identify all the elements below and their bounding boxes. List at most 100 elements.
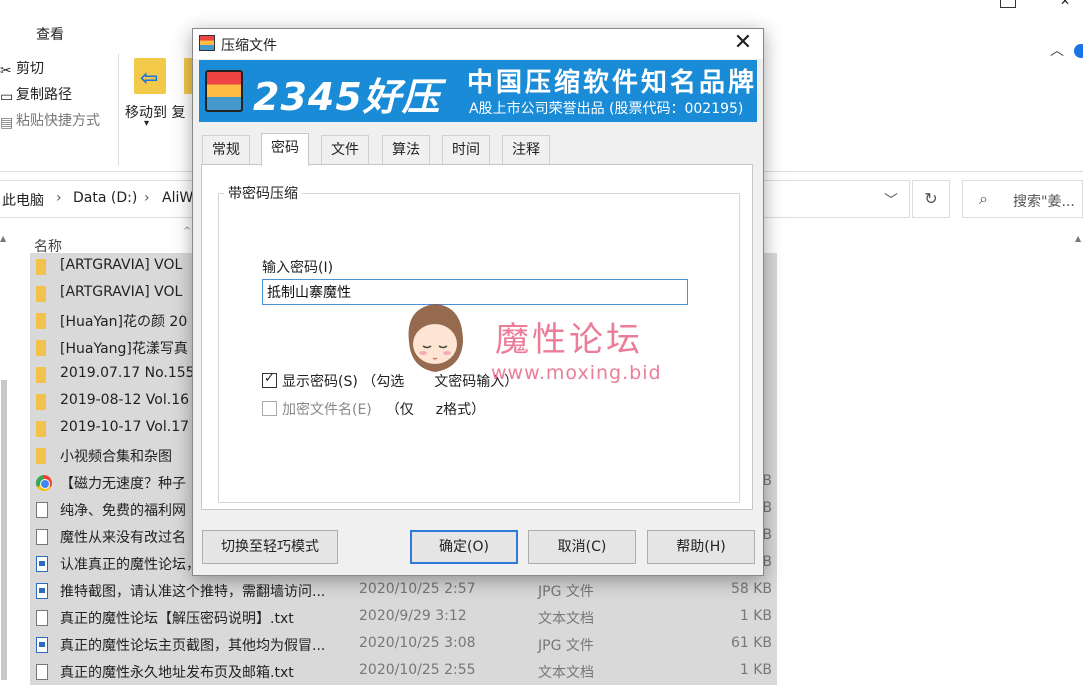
jpg-file-icon	[36, 556, 48, 572]
folder-file-icon	[36, 367, 46, 383]
nav-pane-scrollbar[interactable]: ▲	[0, 226, 8, 695]
cut-button[interactable]: ✂ 剪切	[0, 58, 44, 79]
file-row[interactable]: 真正的魔性永久地址发布页及邮箱.txt 2020/10/25 2:55 文本文档 1 …	[30, 658, 777, 685]
tab-algorithm[interactable]: 算法	[382, 135, 430, 165]
file-name: 推特截图，请认准这个推特，需翻墙访问...	[60, 584, 326, 600]
tab-view[interactable]: 查看	[36, 24, 64, 44]
tab-general[interactable]: 常规	[202, 135, 250, 165]
forum-watermark: 魔性论坛 www.moxing.bid	[395, 296, 685, 396]
copy-path-icon: ▭	[0, 89, 14, 105]
jpg-file-icon	[36, 583, 48, 599]
file-name: 2019.07.17 No.155	[60, 365, 195, 381]
folder-file-icon	[36, 259, 46, 275]
file-name: 小视频合集和杂图	[60, 449, 172, 465]
dialog-titlebar[interactable]: 压缩文件 ✕	[193, 29, 763, 59]
watermark-title: 魔性论坛	[495, 320, 643, 360]
txt-file-icon	[36, 610, 48, 626]
banner-subline: A股上市公司荣誉出品 (股票代码：002195)	[469, 101, 744, 117]
cancel-button[interactable]: 取消(C)	[528, 530, 636, 564]
close-icon[interactable]: ✕	[725, 29, 761, 59]
help-button[interactable]: 帮助(H)	[647, 530, 755, 564]
encrypt-filenames-checkbox[interactable]	[262, 401, 277, 416]
search-placeholder: 搜索"姜...	[1013, 194, 1075, 210]
file-date: 2020/10/25 2:57	[359, 581, 476, 597]
address-history-chevron-icon[interactable]: ﹀	[884, 190, 898, 210]
encrypt-filenames-label-head: 加密文件名(E)	[282, 402, 372, 418]
arrow-left-icon: ⇦	[140, 66, 159, 91]
folder-file-icon	[36, 313, 46, 329]
txt-file-icon	[36, 502, 48, 518]
cartoon-girl-logo	[408, 304, 463, 372]
file-date: 2020/10/25 3:08	[359, 635, 476, 651]
file-name: 纯净、免费的福利网	[60, 503, 186, 519]
folder-file-icon	[36, 394, 46, 410]
file-row[interactable]: 推特截图，请认准这个推特，需翻墙访问... 2020/10/25 2:57 JPG …	[30, 577, 777, 604]
copy-to-label: 复	[171, 105, 186, 121]
file-row[interactable]: 真正的魔性论坛【解压密码说明】.txt 2020/9/29 3:12 文本文档 1 K…	[30, 604, 777, 631]
refresh-button[interactable]: ↻	[912, 180, 950, 218]
file-size: 61 KB	[730, 635, 772, 651]
tab-password[interactable]: 密码	[261, 133, 309, 166]
breadcrumb-data-drive[interactable]: Data (D:)	[73, 190, 137, 206]
copy-path-button[interactable]: ▭ 复制路径	[0, 84, 72, 105]
file-name: 2019-08-12 Vol.16	[60, 392, 190, 408]
scissors-icon: ✂	[0, 63, 12, 79]
file-name: 2019-10-17 Vol.17	[60, 419, 190, 435]
txt-file-icon	[36, 529, 48, 545]
search-box[interactable]: ⌕ 搜索"姜...	[962, 180, 1083, 218]
password-label: 输入密码(I)	[262, 260, 334, 276]
show-password-checkbox[interactable]	[262, 371, 277, 388]
tab-comment[interactable]: 注释	[502, 135, 550, 165]
watermark-url: www.moxing.bid	[491, 362, 662, 384]
cut-label: 剪切	[16, 61, 44, 77]
brand-banner: 2345好压 中国压缩软件知名品牌 A股上市公司荣誉出品 (股票代码：00219…	[199, 60, 757, 122]
txt-file-icon	[36, 664, 48, 680]
chevron-right-icon: ›	[144, 190, 150, 206]
file-type: 文本文档	[538, 611, 594, 627]
breadcrumb-this-pc[interactable]: 此电脑	[2, 190, 44, 210]
file-date: 2020/10/25 2:55	[359, 662, 476, 678]
file-type: JPG 文件	[538, 584, 594, 600]
file-date: 2020/9/29 3:12	[359, 608, 467, 624]
tab-files[interactable]: 文件	[321, 135, 369, 165]
file-size: 58 KB	[730, 581, 772, 597]
encrypt-filenames-label-tail2: z格式）	[435, 402, 486, 418]
paste-shortcut-label: 粘贴快捷方式	[16, 113, 100, 129]
file-name: 魔性从来没有改过名	[60, 530, 186, 546]
file-type: JPG 文件	[538, 638, 594, 654]
refresh-icon: ↻	[924, 189, 938, 208]
folder-file-icon	[36, 421, 46, 437]
encrypt-filenames-label[interactable]: 加密文件名(E) （仅 z格式）	[282, 399, 485, 419]
sort-caret-icon: ^	[183, 226, 192, 237]
scroll-up-icon[interactable]: ▲	[1075, 234, 1081, 243]
archive-logo-icon	[205, 70, 243, 112]
chevron-down-icon[interactable]: ▾	[144, 118, 149, 129]
dialog-tabs: 常规 密码 文件 算法 时间 注释	[202, 133, 762, 166]
dialog-title: 压缩文件	[221, 38, 277, 54]
copy-path-label: 复制路径	[16, 87, 72, 103]
search-icon: ⌕	[979, 189, 988, 208]
maximize-button[interactable]	[1000, 0, 1016, 8]
file-type: 文本文档	[538, 665, 594, 681]
encrypt-filenames-label-tail: （仅	[385, 402, 414, 418]
breadcrumb-folder[interactable]: AliW	[162, 190, 193, 206]
tab-time[interactable]: 时间	[442, 135, 490, 165]
archive-app-icon	[199, 35, 215, 51]
close-window-button[interactable]: ✕	[1060, 0, 1076, 8]
file-list-scrollbar[interactable]: ▲	[1075, 226, 1083, 695]
lite-mode-button[interactable]: 切换至轻巧模式	[202, 530, 338, 564]
file-name: 真正的魔性论坛主页截图，其他均为假冒...	[60, 638, 326, 654]
file-name: 真正的魔性永久地址发布页及邮箱.txt	[60, 665, 294, 681]
scrollbar-thumb[interactable]	[1, 380, 7, 680]
file-name: [HuaYang]花漾写真	[60, 341, 188, 357]
paste-shortcut-button[interactable]: ▤ 粘贴快捷方式	[0, 110, 100, 131]
scroll-up-icon[interactable]: ▲	[0, 234, 6, 243]
file-name: 【磁力无速度？种子	[60, 476, 186, 492]
folder-file-icon	[36, 286, 46, 302]
move-to-button[interactable]: 移动到 复	[125, 102, 185, 122]
chrome-file-icon	[36, 475, 52, 491]
file-size: 1 KB	[739, 608, 772, 624]
ok-button[interactable]: 确定(O)	[410, 530, 518, 564]
file-row[interactable]: 真正的魔性论坛主页截图，其他均为假冒... 2020/10/25 3:08 JPG …	[30, 631, 777, 658]
show-password-label-head: 显示密码(S) （勾选	[282, 374, 405, 390]
